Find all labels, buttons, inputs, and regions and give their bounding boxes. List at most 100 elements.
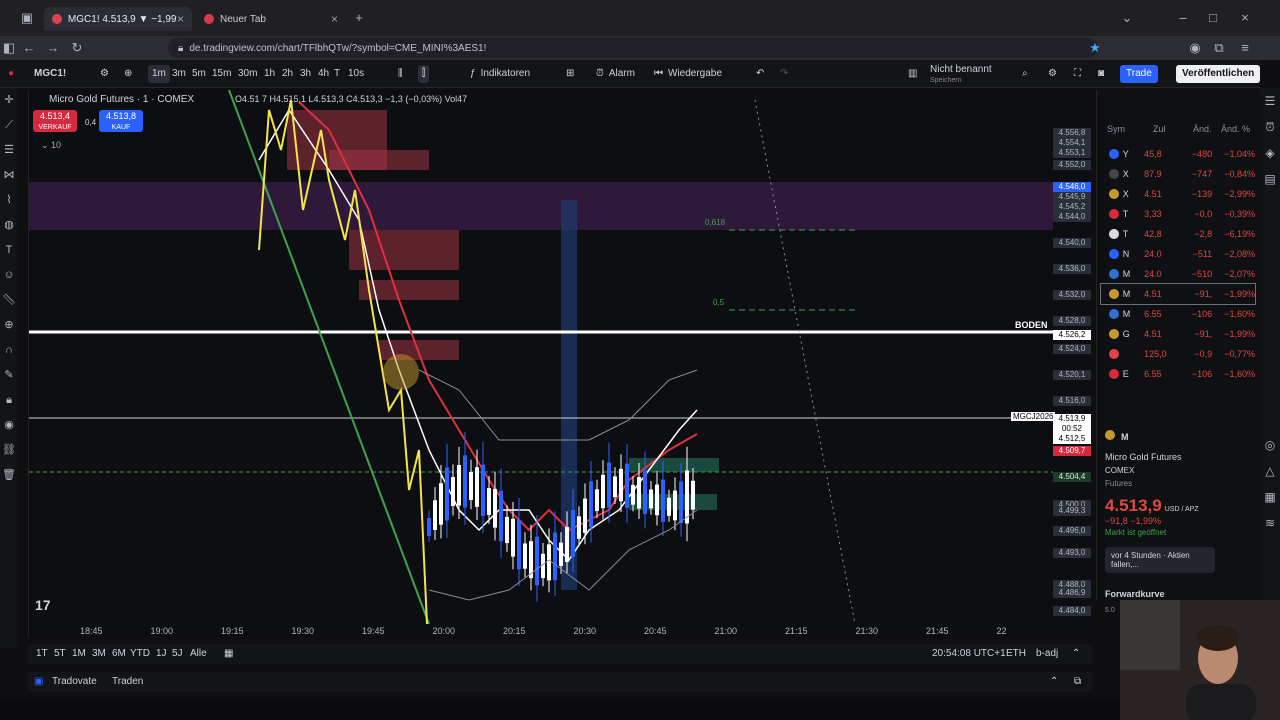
watchlist-row[interactable]: M 6.55 −106 −1,60% — [1101, 304, 1255, 324]
range-3M[interactable]: 3M — [92, 648, 106, 659]
interval-10s[interactable]: 10s — [344, 65, 368, 83]
watchlist-row[interactable]: M 24.0 −510 −2,07% — [1101, 264, 1255, 284]
profile-icon[interactable]: ◉ — [1186, 38, 1204, 58]
panel-maximize-icon[interactable]: ⧉ — [1074, 676, 1081, 687]
back-icon[interactable]: ← — [20, 38, 38, 58]
candles-icon[interactable]: ⫿ — [418, 65, 430, 83]
indicators-button[interactable]: ƒ Indikatoren — [466, 65, 534, 83]
pattern-icon[interactable]: ⌇ — [0, 188, 18, 213]
layout-icon[interactable]: ▥ — [904, 65, 921, 83]
camera-icon[interactable]: ◙ — [1094, 65, 1108, 83]
watchlist-row[interactable]: X 4.51 −139 −2,99% — [1101, 184, 1255, 204]
bar-style-icon[interactable]: ⫼ — [394, 65, 407, 83]
close-window-icon[interactable]: × — [1236, 8, 1254, 28]
redo-icon[interactable]: ↷ — [776, 65, 792, 83]
watchlist-row[interactable]: 125,0 −0,9 −0,77% — [1101, 344, 1255, 364]
price-chart-svg[interactable]: 17 — [29, 90, 1093, 624]
adjust-button[interactable]: b-adj — [1036, 648, 1058, 659]
range-1J[interactable]: 1J — [156, 648, 167, 659]
magnet-icon[interactable]: ∩ — [0, 338, 18, 363]
panel-collapse-icon[interactable]: ⌃ — [1050, 676, 1058, 687]
minimize-icon[interactable]: – — [1174, 8, 1192, 28]
maximize-icon[interactable]: □ — [1204, 8, 1222, 28]
collapse-icon[interactable]: ⌃ — [1072, 648, 1080, 659]
interval-30m[interactable]: 30m — [234, 65, 261, 83]
clock[interactable]: 20:54:08 UTC+1 — [932, 648, 1006, 659]
ruler-icon[interactable]: 📏︎ — [0, 288, 18, 313]
triangle-icon[interactable]: △ — [1260, 458, 1280, 484]
target-icon[interactable]: ◎ — [1260, 432, 1280, 458]
header-symbol[interactable]: Sym — [1107, 124, 1125, 138]
watchlist-icon[interactable]: ☰ — [1260, 88, 1280, 114]
interval-15m[interactable]: 15m — [208, 65, 235, 83]
close-tab-icon[interactable]: × — [331, 12, 338, 26]
trash-icon[interactable]: 🗑︎ — [0, 463, 18, 488]
range-YTD[interactable]: YTD — [130, 648, 150, 659]
range-all[interactable]: Alle — [190, 648, 207, 659]
interval-3h[interactable]: 3h — [296, 65, 315, 83]
time-axis[interactable]: 18:45 19:00 19:15 19:30 19:45 20:00 20:15 20:30… — [28, 624, 1092, 638]
tab-new[interactable]: Neuer Tab × — [196, 7, 346, 31]
interval-1h[interactable]: 1h — [260, 65, 279, 83]
header-change-pct[interactable]: Änd. % — [1221, 124, 1250, 138]
alarm-button[interactable]: ⏰︎ Alarm — [592, 65, 639, 83]
menu-icon[interactable]: ≡ — [1236, 38, 1254, 58]
interval-5m[interactable]: 5m — [188, 65, 210, 83]
link-icon[interactable]: ⛓ — [0, 438, 18, 463]
channel-icon[interactable]: ☰ — [0, 138, 18, 163]
watchlist-row[interactable]: G 4.51 −91, −1,99% — [1101, 324, 1255, 344]
search-icon[interactable]: ⌕ — [1018, 65, 1032, 83]
publish-button[interactable]: Veröffentlichen — [1176, 65, 1261, 83]
sell-button[interactable]: 4.513,4 VERKAUF — [33, 110, 77, 132]
symbol-settings-icon[interactable]: ⚙ — [96, 65, 113, 83]
interval-1m[interactable]: 1m — [148, 65, 170, 83]
lock-drawings-icon[interactable]: 🔒︎ — [0, 388, 18, 413]
settings-icon[interactable]: ⚙ — [1044, 65, 1061, 83]
session-button[interactable]: ETH — [1006, 648, 1026, 659]
crosshair-icon[interactable]: ✛ — [0, 88, 18, 113]
calendar-icon[interactable]: ▦ — [1260, 484, 1280, 510]
range-5T[interactable]: 5T — [54, 648, 66, 659]
interval-T[interactable]: T — [330, 65, 344, 83]
chart-area[interactable]: 17 Micro Gold Futures · 1 · COMEX O4.51 … — [28, 90, 1092, 638]
watchlist-row[interactable]: N 24.0 −511 −2,08% — [1101, 244, 1255, 264]
watchlist-row[interactable]: X 87,9 −747 −0,84% — [1101, 164, 1255, 184]
header-last[interactable]: Zul — [1153, 124, 1166, 138]
fib-icon[interactable]: ⋈ — [0, 163, 18, 188]
window-menu-icon[interactable]: ▣ — [18, 8, 36, 28]
tab-tradingview[interactable]: MGC1! 4.513,9 ▼ −1,99% Nicht × — [44, 7, 192, 31]
watchlist-row[interactable]: M 4.51 −91, −1,99% — [1100, 283, 1256, 305]
reload-icon[interactable]: ↻ — [68, 38, 86, 58]
url-field[interactable]: 🔒︎ de.tradingview.com/chart/TFlbhQTw/?sy… — [168, 38, 1098, 58]
news-item[interactable]: vor 4 Stunden · Aktien fallen,... — [1105, 547, 1215, 573]
buy-button[interactable]: 4.513,8 KAUF — [99, 110, 143, 132]
zoom-icon[interactable]: ⊕ — [0, 313, 18, 338]
replay-button[interactable]: ⏮ Wiedergabe — [650, 65, 726, 83]
layout-name-button[interactable]: Nicht benannt Speichern — [926, 64, 996, 84]
range-5J[interactable]: 5J — [172, 648, 183, 659]
range-6M[interactable]: 6M — [112, 648, 126, 659]
watchlist-row[interactable]: T 3,33 −0,0 −0,39% — [1101, 204, 1255, 224]
broadcast-icon[interactable]: ≋ — [1260, 510, 1280, 536]
chevron-down-icon[interactable]: ⌄ — [1118, 8, 1136, 28]
chat-icon[interactable]: ▤ — [1260, 166, 1280, 192]
templates-icon[interactable]: ⊞ — [562, 65, 578, 83]
quantity-field[interactable]: ⌄ 10 — [41, 140, 61, 151]
date-range-icon[interactable]: ▦ — [224, 648, 233, 659]
alerts-icon[interactable]: ⏰︎ — [1260, 114, 1280, 140]
pen-icon[interactable]: ✎ — [0, 363, 18, 388]
eye-icon[interactable]: ◉ — [0, 413, 18, 438]
sidebar-icon[interactable]: ◧ — [0, 38, 18, 58]
text-icon[interactable]: T — [0, 238, 18, 263]
node-icon[interactable]: ◍ — [0, 213, 18, 238]
trendline-icon[interactable]: ⟋ — [0, 113, 18, 138]
undo-icon[interactable]: ↶ — [752, 65, 768, 83]
symbol-search[interactable]: MGC1! — [30, 65, 70, 83]
compare-plus-icon[interactable]: ⊕ — [120, 65, 136, 83]
range-1T[interactable]: 1T — [36, 648, 48, 659]
bookmark-star-icon[interactable]: ★ — [1086, 38, 1104, 58]
header-change[interactable]: Änd. — [1193, 124, 1212, 138]
trade-button[interactable]: Trade — [1120, 65, 1158, 83]
extensions-icon[interactable]: ⧉ — [1210, 38, 1228, 58]
forward-icon[interactable]: → — [44, 38, 62, 58]
